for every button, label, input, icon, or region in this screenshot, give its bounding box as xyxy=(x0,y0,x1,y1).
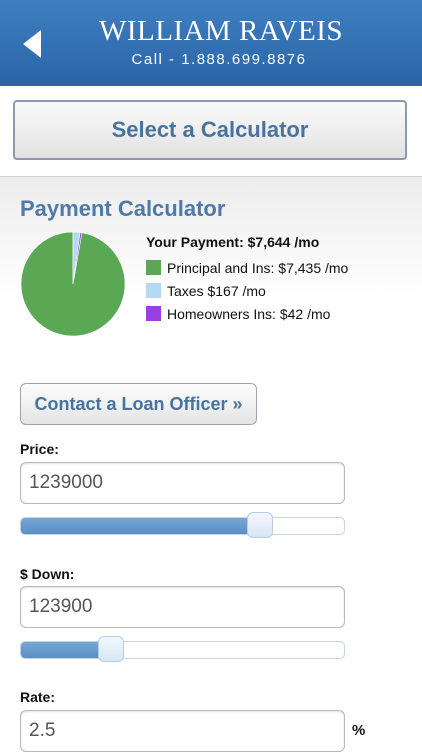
rate-input[interactable]: 2.5 xyxy=(20,710,345,752)
your-payment-text: Your Payment: $7,644 /mo xyxy=(146,234,320,250)
legend-principal: Principal and Ins: $7,435 /mo xyxy=(146,256,348,279)
select-calculator-button[interactable]: Select a Calculator xyxy=(13,100,407,160)
legend-homeowners: Homeowners Ins: $42 /mo xyxy=(146,302,348,325)
down-label: $ Down: xyxy=(20,566,75,582)
payment-calculator-panel: Payment Calculator Your Payment: $7,644 … xyxy=(0,177,422,752)
app-header: WILLIAM RAVEIS Call - 1.888.699.8876 xyxy=(0,0,422,87)
payment-summary: Your Payment: $7,644 /mo Principal and I… xyxy=(146,234,348,325)
call-phone-link[interactable]: Call - 1.888.699.8876 xyxy=(0,51,422,68)
rate-label: Rate: xyxy=(20,689,56,705)
down-slider-thumb[interactable] xyxy=(98,636,125,662)
price-slider-thumb[interactable] xyxy=(247,512,274,538)
legend-swatch-principal xyxy=(146,260,161,275)
percent-suffix: % xyxy=(352,722,366,739)
legend-label-principal: Principal and Ins: $7,435 /mo xyxy=(167,259,349,276)
price-label: Price: xyxy=(20,441,59,457)
legend-label-homeowners: Homeowners Ins: $42 /mo xyxy=(167,305,331,322)
payment-pie-chart xyxy=(20,231,126,337)
calculator-title: Payment Calculator xyxy=(20,196,226,221)
legend-label-taxes: Taxes $167 /mo xyxy=(167,282,266,299)
legend-swatch-homeowners xyxy=(146,306,161,321)
price-slider-fill xyxy=(21,518,261,534)
contact-loan-officer-button[interactable]: Contact a Loan Officer » xyxy=(20,383,257,425)
down-payment-input[interactable]: 123900 xyxy=(20,586,345,628)
legend-swatch-taxes xyxy=(146,283,161,298)
select-calculator-bar: Select a Calculator xyxy=(0,86,422,177)
brand-logo: WILLIAM RAVEIS xyxy=(98,15,344,47)
down-payment-slider[interactable] xyxy=(20,636,345,662)
price-input[interactable]: 1239000 xyxy=(20,462,345,504)
legend-taxes: Taxes $167 /mo xyxy=(146,279,348,302)
price-slider[interactable] xyxy=(20,512,345,538)
